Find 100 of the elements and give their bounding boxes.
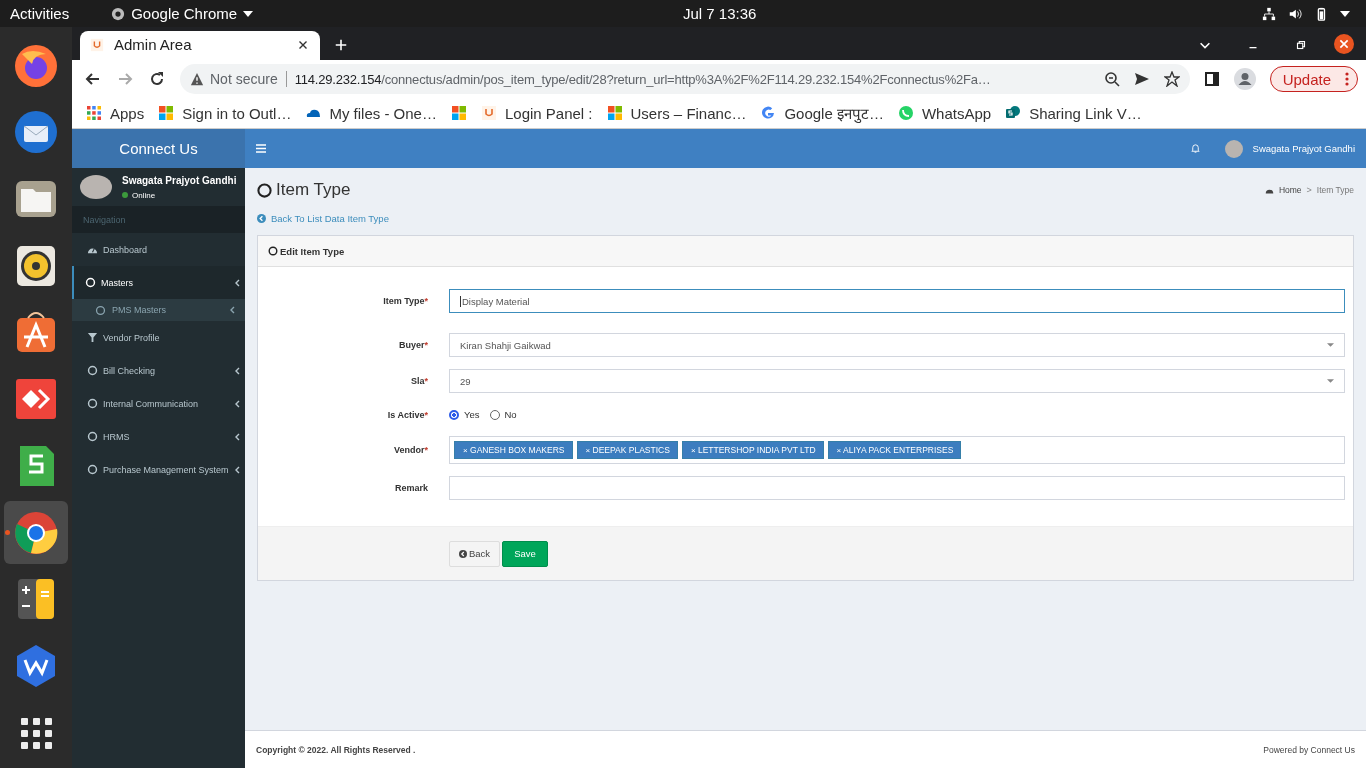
update-button[interactable]: Update bbox=[1269, 66, 1358, 92]
radio-option[interactable]: No bbox=[489, 409, 517, 420]
circle-icon bbox=[87, 398, 98, 409]
microsoft-logo-icon bbox=[158, 105, 175, 121]
nav-item[interactable]: Purchase Management System bbox=[72, 453, 245, 486]
google-logo-icon bbox=[760, 105, 777, 121]
vendor-tag[interactable]: × GANESH BOX MAKERS bbox=[454, 441, 573, 459]
multi-select-field[interactable]: × GANESH BOX MAKERS × DEEPAK PLASTICS × LETTERSHOP INDIA PVT LTD × ALIYA PACK ENTERPRISES bbox=[449, 436, 1345, 464]
bell-icon[interactable] bbox=[1189, 143, 1201, 154]
chevron-left-icon bbox=[234, 278, 240, 287]
reload-icon[interactable] bbox=[148, 70, 166, 88]
circle-icon bbox=[95, 304, 106, 316]
back-circle-icon bbox=[459, 549, 467, 558]
whatsapp-logo-icon bbox=[897, 105, 914, 121]
address-bar[interactable]: Not secure 114.29.232.154/connectus/admin/pos_item_type/edit/28?return_url=http%3A%2F%2F114.29.232.154%2Fconnectus%2Fa… bbox=[180, 64, 1190, 94]
caret-icon bbox=[1327, 379, 1334, 383]
breadcrumb-separator: > bbox=[1306, 185, 1312, 195]
circle-icon bbox=[257, 182, 272, 198]
side-panel-icon[interactable] bbox=[1203, 71, 1220, 87]
circle-icon bbox=[268, 246, 278, 256]
nav-item[interactable]: Masters bbox=[72, 266, 245, 299]
browser-tab[interactable]: Admin Area bbox=[80, 31, 320, 60]
warning-icon bbox=[190, 72, 204, 86]
back-button[interactable]: Back bbox=[449, 540, 501, 567]
nav-subitem[interactable]: PMS Masters bbox=[72, 299, 245, 321]
user-menu[interactable]: Swagata Prajyot Gandhi bbox=[1252, 143, 1355, 154]
bookmark[interactable] bbox=[450, 105, 467, 121]
circle-icon bbox=[87, 431, 98, 442]
nav-item[interactable]: HRMS bbox=[72, 420, 245, 453]
app-menu[interactable]: Google Chrome bbox=[111, 5, 254, 22]
sharepoint-logo-icon bbox=[1005, 105, 1022, 121]
caret-icon bbox=[1327, 343, 1334, 347]
bookmark[interactable]: Sharing Link V… bbox=[1005, 104, 1142, 122]
profile-avatar-icon[interactable] bbox=[1233, 68, 1256, 90]
nav-item[interactable]: Dashboard bbox=[72, 233, 245, 266]
field-label: Vendor* bbox=[392, 445, 429, 455]
nav-item[interactable]: Internal Communication bbox=[72, 387, 245, 420]
bookmark[interactable]: Apps bbox=[86, 104, 145, 122]
online-status: Online bbox=[122, 190, 237, 200]
chevron-left-icon bbox=[234, 399, 240, 408]
brand-logo-text[interactable]: Connect Us bbox=[72, 129, 245, 168]
restore-icon[interactable] bbox=[1294, 38, 1308, 52]
bookmark[interactable]: Users – Financ… bbox=[606, 104, 747, 122]
vendor-tag[interactable]: × ALIYA PACK ENTERPRISES bbox=[827, 441, 962, 459]
text-input[interactable] bbox=[449, 476, 1345, 500]
back-circle-icon bbox=[257, 213, 266, 223]
more-icon bbox=[1345, 71, 1349, 87]
circle-icon bbox=[87, 464, 98, 475]
clock[interactable]: Jul 7 13:36 bbox=[683, 5, 757, 22]
activities-button[interactable]: Activities bbox=[10, 5, 70, 22]
microsoft-logo-icon bbox=[606, 105, 623, 121]
field-label: Sla* bbox=[409, 376, 429, 386]
page-title: Item Type bbox=[276, 180, 351, 200]
new-tab-icon[interactable] bbox=[334, 38, 348, 52]
nav-item[interactable]: Vendor Profile bbox=[72, 321, 245, 354]
site-logo-icon bbox=[90, 37, 104, 52]
running-indicator bbox=[5, 530, 10, 536]
chrome-icon bbox=[111, 6, 126, 21]
apps-logo-icon bbox=[86, 105, 102, 121]
field-label: Remark bbox=[393, 483, 429, 493]
system-menu-icon[interactable] bbox=[1340, 10, 1350, 17]
chevron-left-icon bbox=[234, 432, 240, 441]
microsoft-logo-icon bbox=[450, 105, 467, 121]
nav-item[interactable]: Bill Checking bbox=[72, 354, 245, 387]
caret-icon bbox=[243, 10, 254, 17]
circle-icon bbox=[85, 277, 96, 288]
breadcrumb-current: Item Type bbox=[1316, 185, 1354, 195]
powered-by-text: Powered by Connect Us bbox=[1263, 744, 1355, 755]
circle-icon bbox=[87, 365, 98, 376]
copyright-text: Copyright © 2022. All Rights Reserved . bbox=[256, 744, 416, 755]
field-label: Buyer* bbox=[397, 340, 429, 350]
chevron-left-icon bbox=[234, 465, 240, 474]
bookmark[interactable]: My files - One… bbox=[305, 104, 437, 122]
select-field[interactable]: Kiran Shahji Gaikwad bbox=[449, 333, 1345, 357]
chevron-left-icon bbox=[234, 366, 240, 375]
nav-header: Navigation bbox=[72, 206, 245, 233]
bookmark[interactable]: Sign in to Outl… bbox=[158, 104, 292, 122]
text-input[interactable]: Display Material bbox=[449, 289, 1345, 313]
bookmark[interactable]: WhatsApp bbox=[897, 104, 992, 122]
user-name: Swagata Prajyot Gandhi bbox=[122, 174, 237, 186]
zoom-out-icon[interactable] bbox=[1103, 71, 1120, 87]
select-field[interactable]: 29 bbox=[449, 369, 1345, 393]
user-avatar bbox=[80, 175, 112, 199]
menu-icon[interactable] bbox=[256, 144, 266, 153]
filter-icon bbox=[87, 332, 98, 343]
radio-option[interactable]: Yes bbox=[449, 409, 480, 420]
breadcrumb-link[interactable]: Home bbox=[1278, 185, 1302, 195]
field-label: Is Active* bbox=[386, 409, 429, 420]
dock-item-highlight[interactable] bbox=[4, 501, 68, 565]
network-icon[interactable] bbox=[1262, 6, 1276, 21]
star-icon[interactable] bbox=[1163, 71, 1180, 87]
bookmark[interactable]: Login Panel : bbox=[480, 104, 593, 122]
field-label: Item Type* bbox=[382, 296, 429, 306]
chevron-left-icon bbox=[229, 306, 235, 314]
send-icon[interactable] bbox=[1133, 71, 1150, 87]
vendor-tag[interactable]: × DEEPAK PLASTICS bbox=[576, 441, 678, 459]
close-window-icon[interactable] bbox=[1334, 34, 1354, 54]
vendor-tag[interactable]: × LETTERSHOP INDIA PVT LTD bbox=[681, 441, 824, 459]
panel-title: Edit Item Type bbox=[280, 245, 345, 257]
bookmark[interactable]: Google इनपुट… bbox=[760, 103, 884, 123]
